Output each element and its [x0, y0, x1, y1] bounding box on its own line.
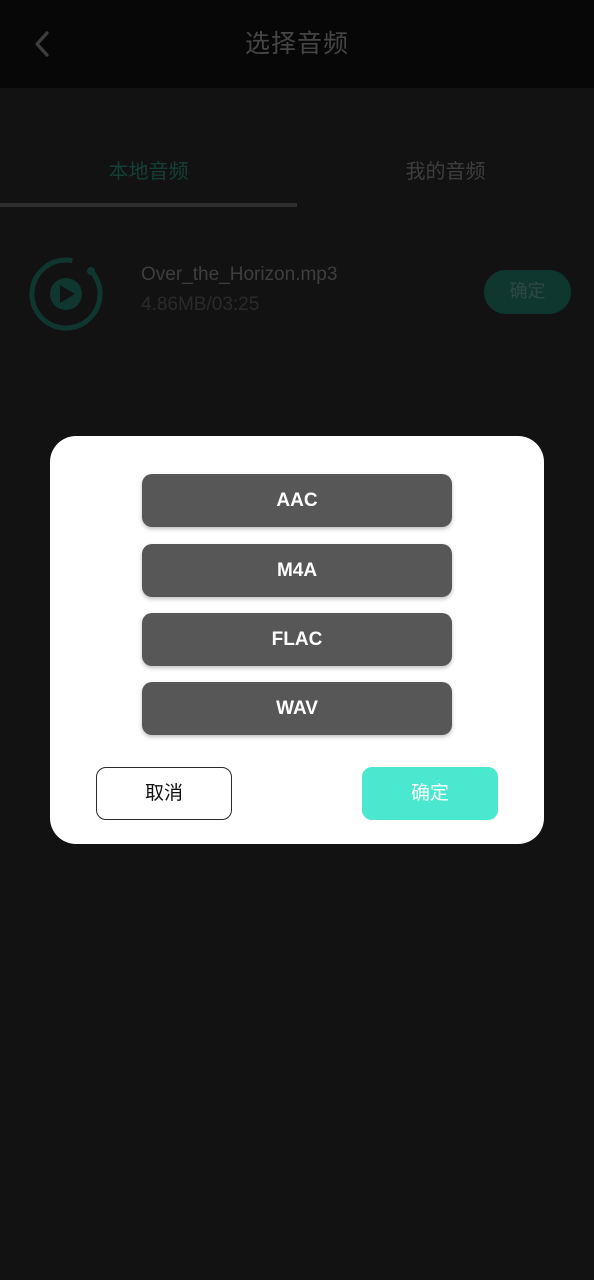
format-option-flac[interactable]: FLAC — [142, 613, 452, 666]
format-option-m4a[interactable]: M4A — [142, 544, 452, 597]
confirm-button[interactable]: 确定 — [362, 767, 498, 820]
screen: 选择音频 本地音频 我的音频 Over_the_Horizon.mp3 4.86… — [0, 0, 594, 1280]
format-dialog: AAC M4A FLAC WAV 取消 确定 — [50, 436, 544, 844]
format-option-wav[interactable]: WAV — [142, 682, 452, 735]
format-option-aac[interactable]: AAC — [142, 474, 452, 527]
cancel-button[interactable]: 取消 — [96, 767, 232, 820]
